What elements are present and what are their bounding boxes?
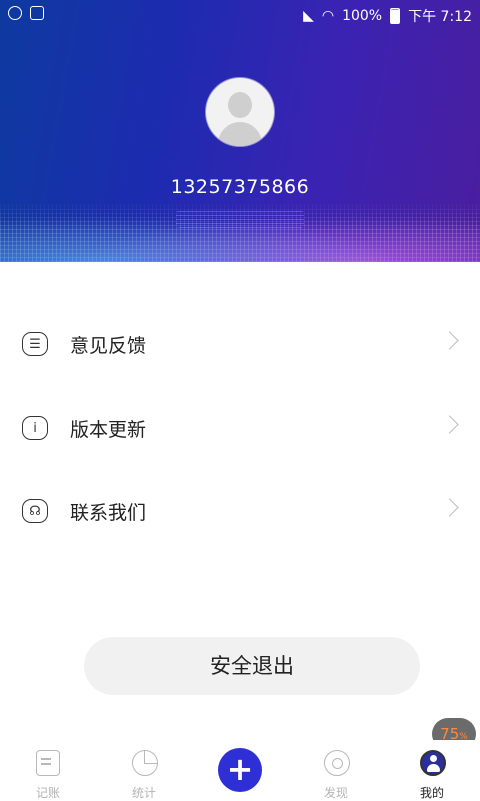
wifi-icon: ◠ (321, 8, 335, 24)
info-icon: i (22, 416, 48, 440)
chevron-right-icon (440, 415, 459, 434)
discover-icon (324, 750, 350, 776)
tab-discover[interactable]: 发现 (288, 746, 384, 800)
tab-ledger[interactable]: 记账 (0, 746, 96, 800)
add-record-button[interactable]: + (218, 748, 262, 792)
tab-label: 统计 (131, 786, 156, 800)
menu-item-contact[interactable]: ☊ 联系我们 (0, 481, 480, 541)
plus-icon: + (226, 750, 254, 788)
list-icon: ☰ (22, 332, 48, 356)
menu-label-contact: 联系我们 (70, 502, 147, 524)
logout-button[interactable]: 安全退出 (84, 637, 420, 695)
pie-chart-icon (132, 750, 158, 776)
menu-item-feedback[interactable]: ☰ 意见反馈 (0, 314, 480, 374)
battery-icon (390, 8, 401, 24)
avatar-body (218, 122, 262, 146)
signal-icon: ◣ (303, 8, 314, 24)
avatar-head (228, 92, 252, 118)
battery-percent: 100% (342, 8, 383, 24)
tab-label: 发现 (323, 786, 348, 800)
chevron-right-icon (440, 498, 459, 517)
notification-icon (30, 6, 44, 20)
profile-icon (420, 750, 446, 776)
chevron-right-icon (440, 331, 459, 350)
alarm-icon (8, 6, 22, 20)
tab-me[interactable]: 我的 (384, 746, 480, 800)
menu-label-update: 版本更新 (70, 419, 147, 441)
tab-label: 我的 (419, 786, 444, 800)
ledger-icon (36, 750, 60, 776)
avatar[interactable] (206, 78, 274, 146)
decorative-platform (176, 210, 304, 228)
tab-label: 记账 (35, 786, 60, 800)
headset-icon: ☊ (22, 499, 48, 523)
status-bar: ◣ ◠ 100% 下午 7:12 (0, 0, 480, 30)
user-phone: 13257375866 (170, 176, 310, 198)
menu-item-update[interactable]: i 版本更新 (0, 398, 480, 458)
menu-label-feedback: 意见反馈 (70, 335, 147, 357)
tab-statistics[interactable]: 统计 (96, 746, 192, 800)
clock: 下午 7:12 (408, 9, 472, 25)
